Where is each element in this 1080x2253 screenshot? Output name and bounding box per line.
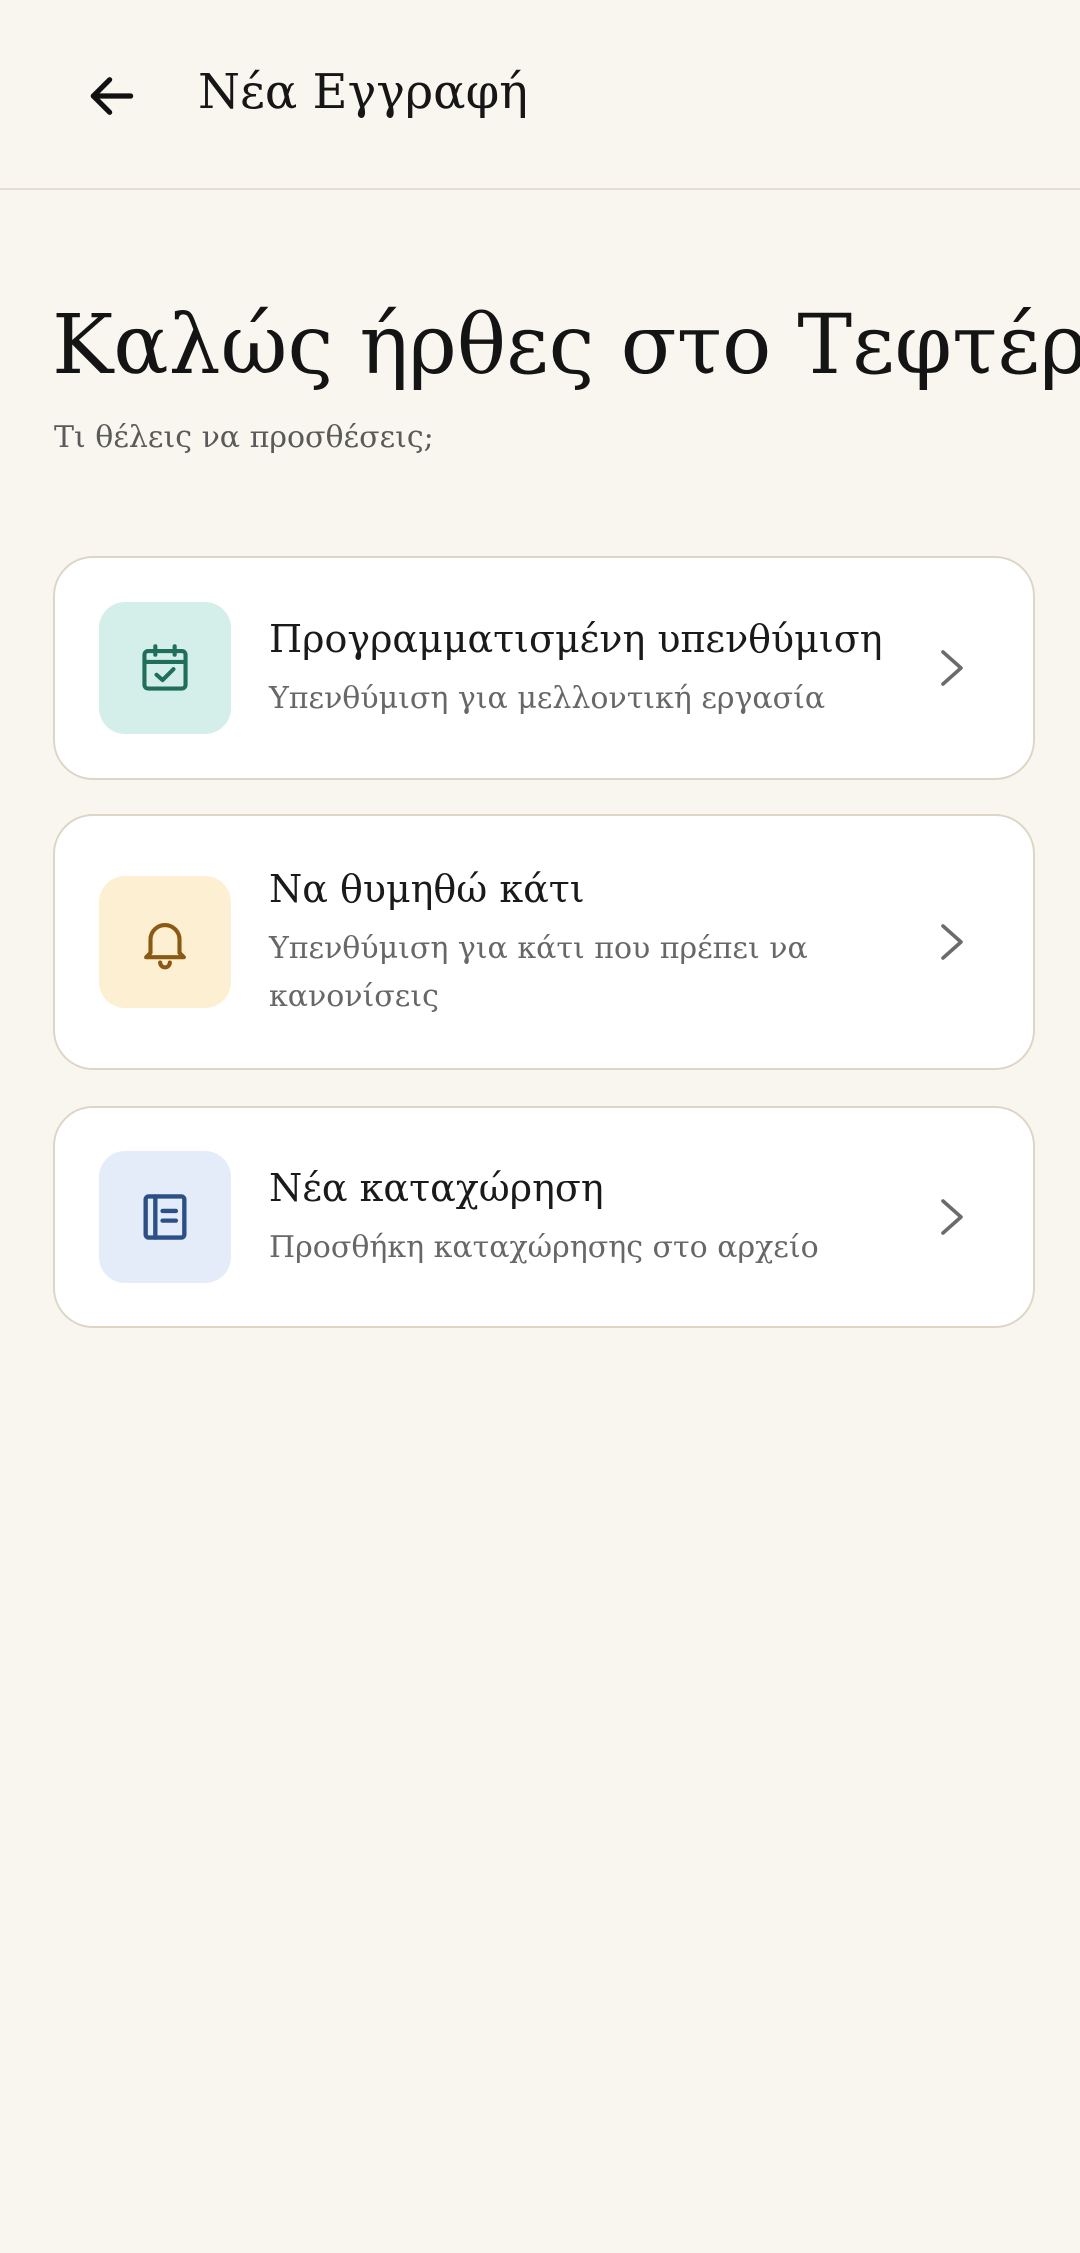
- chevron-right-icon: [937, 920, 967, 964]
- new-entry-description: Προσθήκη καταχώρησης στο αρχείο: [269, 1230, 819, 1265]
- arrow-left-icon: [90, 77, 134, 115]
- remember-something-text: Να θυμηθώ κάτι Υπενθύμιση για κάτι που π…: [269, 863, 903, 1021]
- back-button[interactable]: [72, 56, 152, 136]
- notebook-icon: [143, 1194, 187, 1240]
- bell-icon: [144, 923, 186, 970]
- calendar-check-icon: [142, 644, 188, 691]
- remember-something-card[interactable]: Να θυμηθώ κάτι Υπενθύμιση για κάτι που π…: [53, 814, 1035, 1070]
- app-bar: Νέα Εγγραφή: [0, 0, 1080, 190]
- chevron-right-icon: [937, 646, 967, 690]
- remember-something-description: Υπενθύμιση για κάτι που πρέπει να κανονί…: [269, 931, 808, 1014]
- remember-something-title: Να θυμηθώ κάτι: [269, 867, 585, 911]
- new-entry-title: Νέα καταχώρηση: [269, 1166, 604, 1210]
- scheduled-reminder-text: Προγραμματισμένη υπενθύμιση Υπενθύμιση γ…: [269, 613, 903, 723]
- new-entry-card[interactable]: Νέα καταχώρηση Προσθήκη καταχώρησης στο …: [53, 1106, 1035, 1328]
- app-bar-title: Νέα Εγγραφή: [198, 64, 528, 120]
- remember-something-icon-tile: [99, 876, 231, 1008]
- new-entry-icon-tile: [99, 1151, 231, 1283]
- scheduled-reminder-icon-tile: [99, 602, 231, 734]
- chevron-right-icon: [937, 1195, 967, 1239]
- welcome-subtitle: Τι θέλεις να προσθέσεις;: [54, 420, 434, 455]
- scheduled-reminder-description: Υπενθύμιση για μελλοντική εργασία: [269, 681, 826, 716]
- scheduled-reminder-card[interactable]: Προγραμματισμένη υπενθύμιση Υπενθύμιση γ…: [53, 556, 1035, 780]
- welcome-title: Καλώς ήρθες στο Τεφτέρι: [52, 298, 1080, 393]
- scheduled-reminder-title: Προγραμματισμένη υπενθύμιση: [269, 617, 883, 661]
- new-entry-text: Νέα καταχώρηση Προσθήκη καταχώρησης στο …: [269, 1162, 903, 1272]
